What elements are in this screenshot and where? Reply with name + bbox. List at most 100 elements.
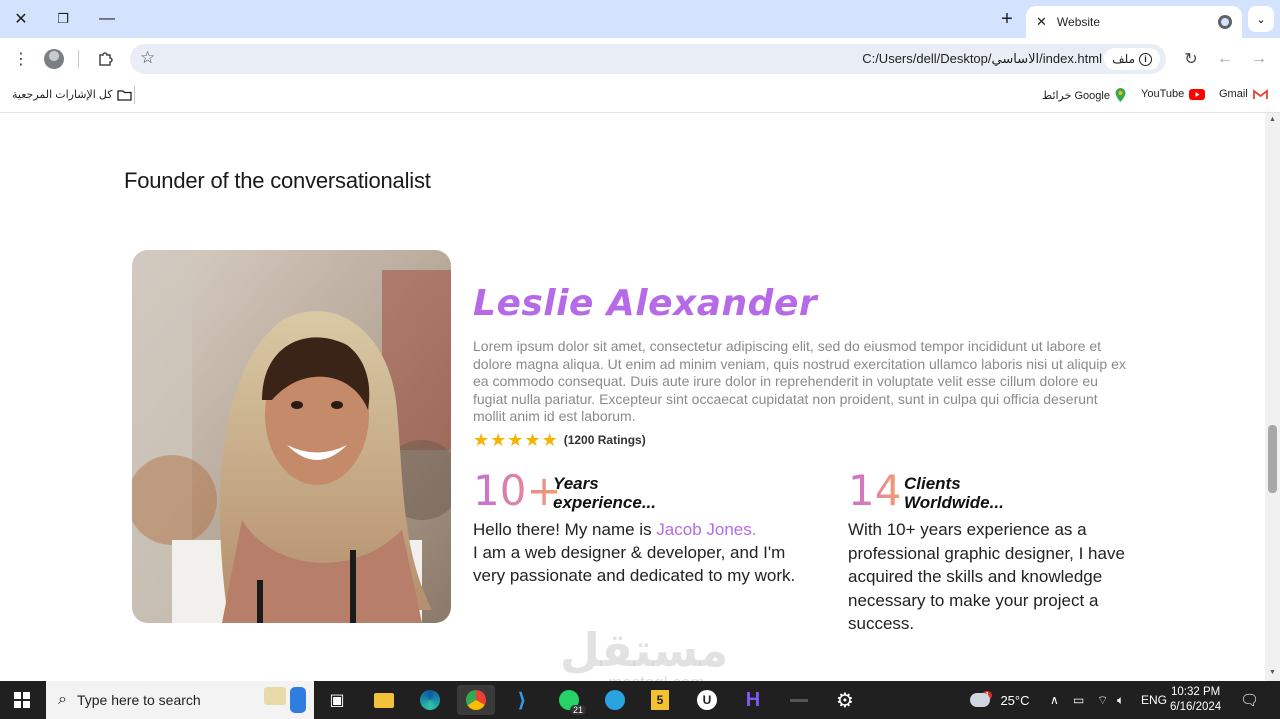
- all-bookmarks-label: كل الإشارات المرجعية: [12, 89, 113, 101]
- chevron-down-icon: ⌄: [1256, 13, 1266, 26]
- search-highlight-icon: [264, 687, 306, 713]
- scroll-down-arrow-icon[interactable]: ▼: [1268, 669, 1277, 676]
- woman-portrait-image: [132, 250, 451, 623]
- file-explorer-app[interactable]: [365, 685, 403, 715]
- html5-app[interactable]: 5: [641, 685, 679, 715]
- settings-app[interactable]: ⚙: [826, 685, 864, 715]
- battery-icon: ▭: [1073, 693, 1085, 707]
- bookmark-maps[interactable]: خرائط Google: [1042, 88, 1126, 102]
- extensions-button[interactable]: [92, 46, 118, 72]
- tray-chevron[interactable]: ∧: [1050, 681, 1059, 719]
- bookmarks-bar: كل الإشارات المرجعية خرائط Google YouTub…: [0, 80, 1280, 113]
- whatsapp-badge: 21: [569, 705, 586, 715]
- bookmark-maps-label: خرائط Google: [1042, 89, 1110, 102]
- vscode-icon: ⟩: [517, 689, 527, 712]
- watermark-url: mostaql.com: [608, 673, 704, 681]
- rating-row: ★ ★ ★ ★ ★ (1200 Ratings): [473, 431, 646, 449]
- more-vert-icon: ⋮: [13, 51, 29, 68]
- bookmark-youtube[interactable]: YouTube: [1141, 88, 1206, 100]
- stat-clients-label-line1: Clients: [904, 474, 961, 493]
- tab-website[interactable]: ✕ Website: [1026, 6, 1242, 38]
- back-button[interactable]: ←: [1212, 46, 1238, 72]
- html5-icon: 5: [651, 690, 669, 710]
- url-text[interactable]: C:/Users/dell/Desktop/الاساسي/index.html: [862, 51, 1102, 67]
- scrollbar-thumb[interactable]: [1268, 425, 1277, 493]
- minimized-app[interactable]: [780, 685, 818, 715]
- chrome-app[interactable]: [457, 685, 495, 715]
- edge-app[interactable]: [411, 685, 449, 715]
- tab-close-icon[interactable]: ✕: [1036, 14, 1047, 30]
- star-outline-icon: ☆: [140, 48, 156, 67]
- stat-years-label-line2: experience...: [553, 493, 657, 512]
- profile-name: Leslie Alexander: [473, 283, 818, 324]
- wifi-tray[interactable]: ⌔: [1097, 681, 1108, 719]
- language-indicator[interactable]: ENG: [1141, 681, 1167, 719]
- forward-button[interactable]: →: [1246, 46, 1272, 72]
- ratings-count: (1200 Ratings): [563, 433, 646, 447]
- restore-icon: ❐: [57, 11, 69, 26]
- bookmark-gmail-label: Gmail: [1219, 88, 1248, 100]
- search-icon: ⌕: [58, 691, 67, 708]
- app-icon: [790, 698, 808, 702]
- weather-widget[interactable]: 1 25°C: [970, 681, 1030, 719]
- arrow-left-icon: ←: [1217, 50, 1233, 67]
- profile-avatar[interactable]: [44, 49, 64, 69]
- udemy-app[interactable]: U: [688, 685, 726, 715]
- stat-years-label-line1: Years: [553, 474, 599, 493]
- tab-search-button[interactable]: ⌄: [1248, 6, 1274, 32]
- bookmarks-divider: [134, 86, 135, 104]
- new-tab-button[interactable]: +: [994, 4, 1020, 34]
- taskbar-clock[interactable]: 10:32 PM 6/16/2024: [1170, 685, 1221, 715]
- scroll-up-arrow-icon[interactable]: ▲: [1268, 116, 1277, 123]
- window-minimize-button[interactable]: —: [90, 4, 124, 34]
- profile-photo: [132, 250, 451, 623]
- task-view-button[interactable]: ▣: [318, 685, 356, 715]
- about-highlight-name: Jacob Jones.: [656, 520, 757, 539]
- taskbar-search[interactable]: ⌕ Type here to search: [46, 681, 314, 719]
- stat-clients-label: Clients Worldwide...: [904, 474, 1004, 512]
- udemy-icon: U: [697, 690, 717, 710]
- whatsapp-app[interactable]: 21: [550, 685, 588, 715]
- tab-title: Website: [1056, 15, 1101, 29]
- window-close-button[interactable]: ✕: [4, 4, 38, 34]
- info-icon: i: [1139, 52, 1152, 66]
- about-intro: Hello there! My name is: [473, 520, 657, 539]
- battery-tray[interactable]: ▭: [1073, 681, 1084, 719]
- clients-description: With 10+ years experience as a professio…: [848, 520, 1125, 633]
- page-scrollbar[interactable]: [1265, 113, 1280, 681]
- profile-bio: Lorem ipsum dolor sit amet, consectetur …: [473, 338, 1126, 425]
- bookmark-gmail[interactable]: Gmail: [1219, 88, 1268, 100]
- site-info-chip[interactable]: ملف i: [1104, 48, 1160, 70]
- language-label: ENG: [1141, 693, 1168, 707]
- taskbar-search-placeholder: Type here to search: [76, 692, 201, 708]
- globe-icon: [1218, 15, 1232, 29]
- menu-button[interactable]: ⋮: [8, 46, 34, 72]
- about-text: Hello there! My name is Jacob Jones. I a…: [473, 518, 803, 587]
- star-rating: ★ ★ ★ ★ ★: [473, 431, 558, 449]
- bookmark-star-button[interactable]: ☆: [140, 48, 155, 68]
- windows-logo-icon: [14, 692, 30, 708]
- telegram-app[interactable]: [596, 685, 634, 715]
- notification-icon: 🗨︎: [1240, 692, 1260, 709]
- start-button[interactable]: [0, 681, 44, 719]
- arrow-right-icon: →: [1251, 50, 1267, 67]
- volume-tray[interactable]: 🔈︎: [1117, 681, 1124, 719]
- chrome-icon: [466, 690, 486, 710]
- stat-years-label: Years experience...: [553, 474, 656, 512]
- toolbar-divider: [78, 50, 79, 68]
- gear-icon: ⚙: [836, 689, 854, 712]
- star-icon: ★: [524, 430, 541, 450]
- volume-muted-icon: 🔈︎: [1117, 692, 1125, 707]
- address-bar[interactable]: C:/Users/dell/Desktop/الاساسي/index.html…: [130, 44, 1166, 74]
- hostinger-app[interactable]: H: [734, 685, 772, 715]
- window-restore-button[interactable]: ❐: [46, 4, 80, 34]
- telegram-icon: [605, 690, 625, 710]
- reload-button[interactable]: ↻: [1178, 46, 1204, 72]
- wifi-icon: ⌔: [1097, 692, 1109, 707]
- star-icon: ★: [490, 430, 507, 450]
- vscode-app[interactable]: ⟩: [503, 685, 541, 715]
- notifications-button[interactable]: 🗨︎: [1240, 681, 1259, 719]
- close-icon: ✕: [14, 11, 28, 28]
- all-bookmarks-button[interactable]: كل الإشارات المرجعية: [12, 88, 133, 101]
- minimize-icon: —: [99, 10, 115, 27]
